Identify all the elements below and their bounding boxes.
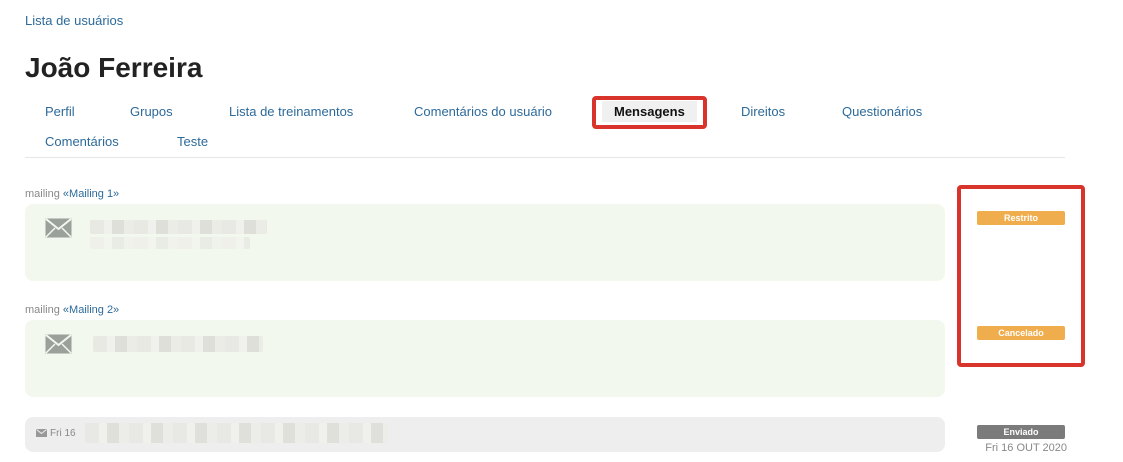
message-label: mailing «Mailing 2» bbox=[25, 304, 119, 316]
redacted-text bbox=[90, 220, 267, 234]
status-badge: Restrito bbox=[977, 211, 1065, 225]
envelope-small-icon bbox=[36, 429, 47, 437]
tab-mensagens[interactable]: Mensagens bbox=[602, 101, 697, 122]
redacted-text bbox=[93, 336, 263, 352]
sent-date-short: Fri 16 bbox=[50, 428, 76, 439]
envelope-icon bbox=[45, 334, 72, 354]
redacted-text bbox=[85, 423, 388, 443]
mailing-link[interactable]: «Mailing 2» bbox=[63, 304, 119, 316]
message-card[interactable] bbox=[25, 204, 945, 281]
envelope-icon bbox=[45, 218, 72, 238]
tab-questionarios[interactable]: Questionários bbox=[842, 104, 922, 119]
tab-teste[interactable]: Teste bbox=[177, 134, 208, 149]
tab-lista-de-treinamentos[interactable]: Lista de treinamentos bbox=[229, 104, 353, 119]
tab-perfil[interactable]: Perfil bbox=[45, 104, 75, 119]
tab-comentarios-do-usuario[interactable]: Comentários do usuário bbox=[414, 104, 552, 119]
sent-message-row[interactable]: Fri 16 bbox=[25, 417, 945, 452]
tab-bar: Perfil Grupos Lista de treinamentos Come… bbox=[25, 95, 1065, 158]
status-badge: Cancelado bbox=[977, 326, 1065, 340]
mailing-link[interactable]: «Mailing 1» bbox=[63, 188, 119, 200]
message-type: mailing bbox=[25, 188, 60, 200]
tab-grupos[interactable]: Grupos bbox=[130, 104, 173, 119]
message-type: mailing bbox=[25, 304, 60, 316]
message-card[interactable] bbox=[25, 320, 945, 397]
message-label: mailing «Mailing 1» bbox=[25, 188, 119, 200]
redacted-text bbox=[90, 237, 250, 249]
tab-direitos[interactable]: Direitos bbox=[741, 104, 785, 119]
tab-comentarios[interactable]: Comentários bbox=[45, 134, 119, 149]
status-badge: Enviado bbox=[977, 425, 1065, 439]
breadcrumb[interactable]: Lista de usuários bbox=[25, 13, 123, 28]
page-title: João Ferreira bbox=[25, 52, 203, 83]
sent-date: Fri 16 OUT 2020 bbox=[985, 442, 1067, 454]
